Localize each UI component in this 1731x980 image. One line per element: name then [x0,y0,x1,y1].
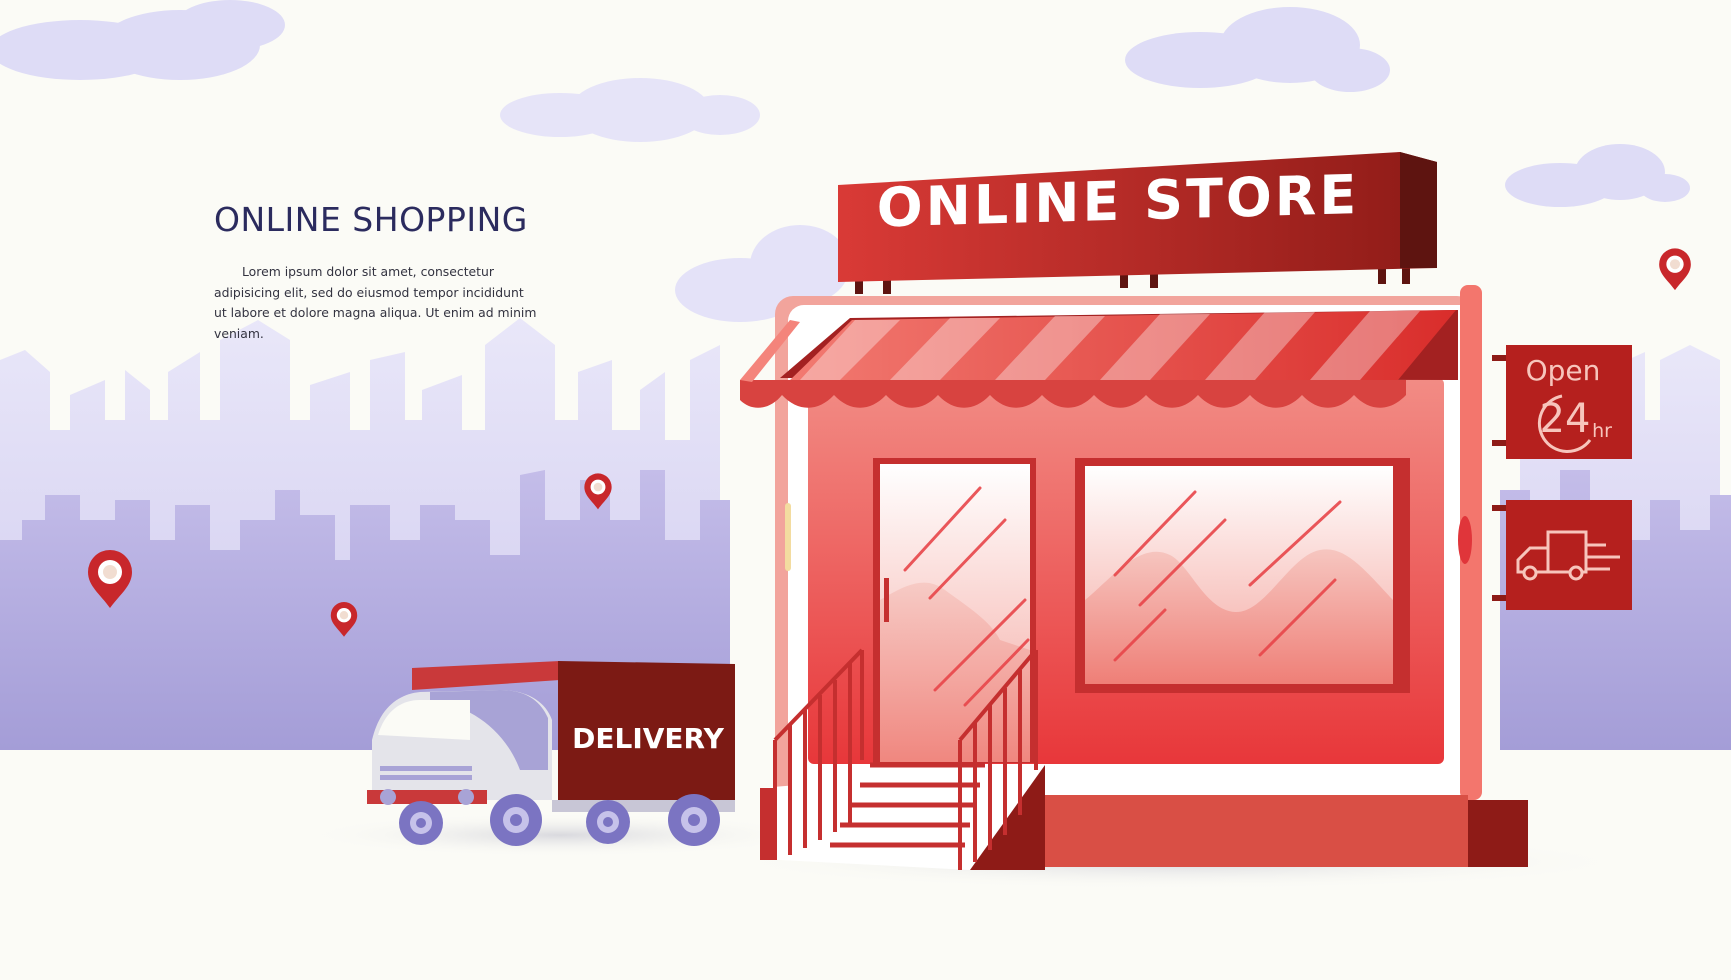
hours-sign-open: Open [1526,354,1601,387]
ground-shadow [300,813,820,857]
cloud [500,78,760,142]
truck-label: DELIVERY [572,722,724,755]
store-building [740,285,1528,867]
headline: ONLINE SHOPPING [214,200,528,239]
location-pin-icon [1659,248,1691,291]
cloud [0,0,285,80]
body-text: Lorem ipsum dolor sit amet, consectetur … [214,264,537,341]
online-shopping-banner: DELIVERY ONLINE STORE Open 24 hr ONLINE … [0,0,1731,980]
hours-sign-number: 24 [1540,396,1591,442]
delivery-sign [1492,500,1632,610]
store-sign-text: ONLINE STORE [877,163,1359,239]
cloud [1125,7,1390,92]
illustration: DELIVERY ONLINE STORE Open 24 hr [0,0,1731,890]
cloud [1505,144,1690,207]
hours-sign-unit: hr [1592,420,1612,442]
